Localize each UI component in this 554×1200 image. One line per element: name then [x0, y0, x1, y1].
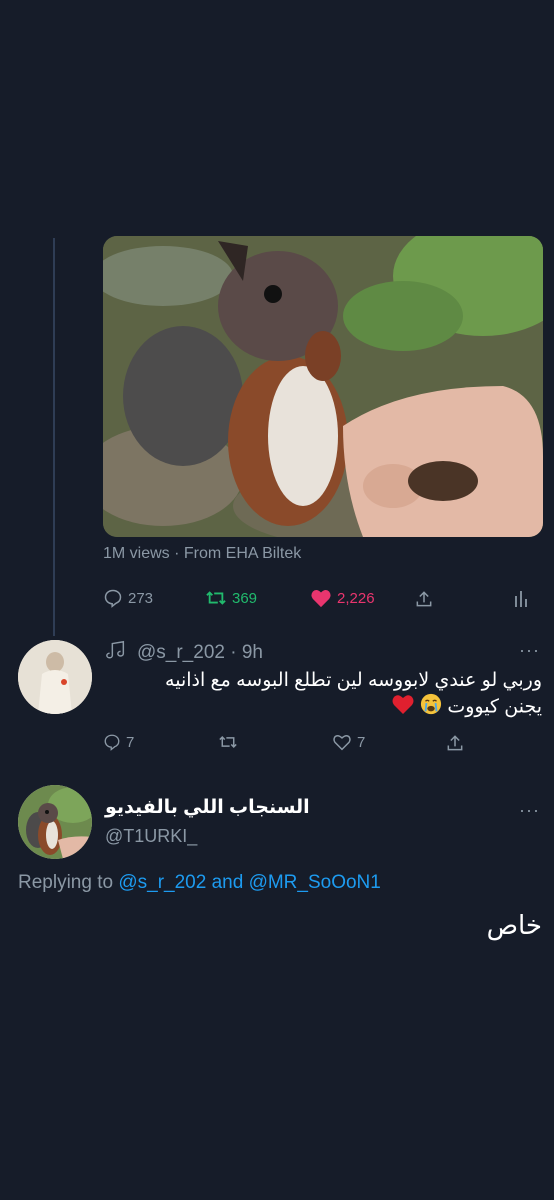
share-icon	[414, 588, 434, 610]
like-button[interactable]: 2,226	[310, 588, 375, 608]
avatar[interactable]	[18, 640, 92, 714]
squirrel-avatar-image	[18, 785, 92, 859]
heart-outline-icon	[332, 733, 352, 751]
share-button[interactable]	[414, 588, 434, 610]
share-icon	[445, 733, 465, 753]
heart-filled-icon	[310, 588, 332, 608]
reply-icon	[103, 733, 121, 751]
tweet-video[interactable]	[103, 236, 543, 537]
reply-tweet-text: وربي لو عندي لابووسه لين تطلع البوسه مع …	[122, 668, 542, 722]
analytics-icon	[513, 588, 529, 608]
reply-icon	[103, 588, 123, 608]
squirrel-video-thumbnail	[103, 236, 543, 537]
avatar[interactable]	[18, 785, 92, 859]
share-button[interactable]	[445, 733, 465, 753]
user-handle[interactable]: @T1URKI_	[105, 826, 197, 847]
reply-header: @s_r_202 · 9h	[105, 639, 263, 667]
reply-text-line2-wrap: يجنن كيووت	[122, 693, 542, 722]
analytics-button[interactable]	[513, 588, 529, 608]
thread-connector-line	[53, 238, 55, 636]
like-button[interactable]: 7	[332, 733, 365, 751]
mention-link[interactable]: @MR_SoOoN1	[249, 872, 381, 893]
retweet-icon	[205, 588, 227, 608]
more-options-button[interactable]: ···	[519, 640, 540, 661]
more-options-button[interactable]: ···	[519, 800, 540, 821]
music-note-icon	[105, 639, 127, 667]
red-heart-icon	[391, 693, 415, 722]
reply-action-bar: 7 7	[103, 733, 543, 757]
tweet-action-bar: 273 369 2,226	[103, 588, 543, 614]
reply-count: 7	[126, 733, 135, 751]
replying-and: and	[211, 872, 244, 893]
mention-link[interactable]: @s_r_202	[118, 872, 206, 893]
crying-face-icon	[420, 693, 442, 722]
replying-to-line: Replying to @s_r_202 and @MR_SoOoN1	[18, 872, 381, 894]
replying-prefix: Replying to	[18, 872, 114, 893]
reply-count: 273	[128, 589, 154, 607]
reply-button[interactable]: 273	[103, 588, 153, 608]
reply-text-line1: وربي لو عندي لابووسه لين تطلع البوسه مع …	[165, 670, 542, 691]
retweet-icon	[217, 733, 239, 751]
retweet-button[interactable]	[217, 733, 244, 751]
tweet-thread-screen: 1M views · From EHA Biltek 273 369 2,226	[0, 0, 554, 1200]
retweet-count: 369	[232, 589, 258, 607]
media-view-count: 1M views · From EHA Biltek	[103, 545, 302, 562]
like-count: 2,226	[337, 589, 375, 607]
reply-text-line2: يجنن كيووت	[447, 696, 542, 718]
reply-button[interactable]: 7	[103, 733, 134, 751]
reply-handle-time[interactable]: @s_r_202 · 9h	[137, 642, 263, 664]
retweet-button[interactable]: 369	[205, 588, 257, 608]
tweet-text: خاص	[486, 910, 542, 940]
display-name[interactable]: السنجاب اللي بالفيديو	[105, 796, 310, 819]
like-count: 7	[357, 733, 366, 751]
reply-author-avatar-image	[18, 640, 92, 714]
